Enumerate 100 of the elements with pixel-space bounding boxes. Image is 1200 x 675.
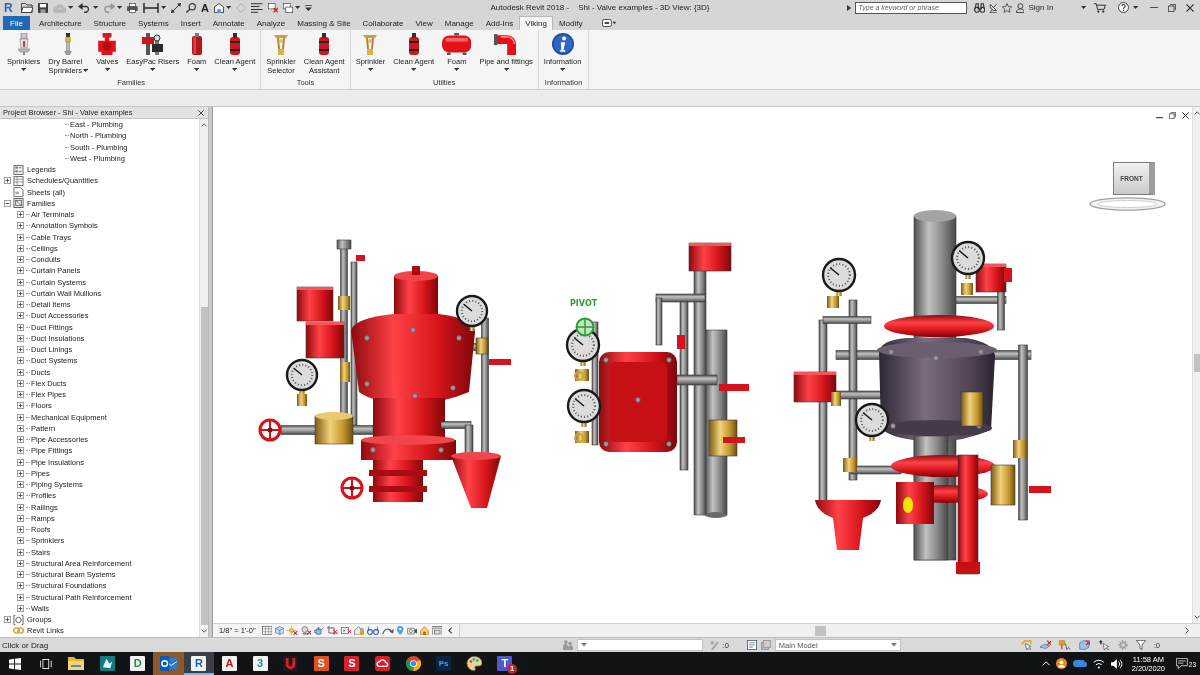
- expand-toggle-icon[interactable]: [17, 346, 24, 354]
- chevron-up-icon[interactable]: [200, 123, 208, 127]
- taskbar-button[interactable]: D: [122, 652, 153, 675]
- house-lock-icon[interactable]: [353, 626, 365, 635]
- expand-toggle-icon[interactable]: [17, 278, 24, 286]
- ribbon-tab[interactable]: Massing & Site: [291, 16, 357, 30]
- sign-in-button[interactable]: Sign In: [1028, 3, 1054, 12]
- curved-arrow-icon[interactable]: [382, 626, 395, 635]
- chevron-right-icon[interactable]: [1184, 627, 1189, 634]
- camera-icon[interactable]: [406, 626, 417, 635]
- text-tool-button[interactable]: A: [201, 1, 209, 14]
- expand-toggle-icon[interactable]: [17, 244, 24, 252]
- caret-icon[interactable]: [1132, 6, 1138, 9]
- filter-icon[interactable]: [1135, 640, 1146, 650]
- glasses-icon[interactable]: [367, 626, 380, 635]
- caret-icon[interactable]: [160, 6, 167, 9]
- collapse-toggle-icon[interactable]: [4, 199, 11, 207]
- taskbar-button[interactable]: [152, 652, 184, 675]
- measure-icon[interactable]: [142, 2, 159, 13]
- scrollbar-thumb[interactable]: [815, 625, 827, 636]
- expand-toggle-icon[interactable]: [17, 334, 24, 342]
- taskbar-button[interactable]: Ps: [428, 652, 459, 675]
- move-cursor-icon[interactable]: [1098, 640, 1110, 650]
- expand-toggle-icon[interactable]: [17, 424, 24, 432]
- chevron-down-icon[interactable]: [1193, 615, 1200, 619]
- expand-toggle-icon[interactable]: [17, 582, 24, 590]
- restore-icon[interactable]: [1168, 3, 1176, 12]
- printer-icon[interactable]: [127, 2, 138, 13]
- crop-off-icon[interactable]: [327, 626, 338, 635]
- caret-icon[interactable]: [294, 6, 300, 9]
- expand-toggle-icon[interactable]: [17, 571, 24, 579]
- ribbon-tab[interactable]: Collaborate: [356, 16, 410, 30]
- house-icon[interactable]: [214, 2, 224, 13]
- cube-icon[interactable]: [274, 626, 285, 635]
- expand-toggle-icon[interactable]: [17, 559, 24, 567]
- vertical-scrollbar[interactable]: [1192, 107, 1200, 623]
- expand-toggle-icon[interactable]: [17, 436, 24, 444]
- shadow-off-icon[interactable]: [300, 626, 311, 635]
- expand-toggle-icon[interactable]: [17, 593, 24, 601]
- vertical-scrollbar[interactable]: [199, 119, 208, 637]
- expand-toggle-icon[interactable]: [17, 413, 24, 421]
- expand-toggle-icon[interactable]: [17, 368, 24, 376]
- wifi-icon[interactable]: [1093, 658, 1105, 669]
- restore-icon[interactable]: [1169, 112, 1176, 119]
- expand-toggle-icon[interactable]: [17, 323, 24, 331]
- ribbon-tab[interactable]: Analyze: [250, 16, 292, 30]
- ribbon-tab[interactable]: Annotate: [206, 16, 251, 30]
- panel-toggle-icon[interactable]: [602, 18, 617, 27]
- stacked-windows-icon[interactable]: [282, 2, 293, 13]
- expand-toggle-icon[interactable]: [17, 391, 24, 399]
- expand-toggle-icon[interactable]: [17, 503, 24, 511]
- expand-toggle-icon[interactable]: [17, 379, 24, 387]
- star-icon[interactable]: [1001, 2, 1012, 13]
- expand-toggle-icon[interactable]: [17, 233, 24, 241]
- folder-icon[interactable]: [20, 2, 33, 13]
- expand-toggle-icon[interactable]: [17, 469, 24, 477]
- crop-region-off-icon[interactable]: [340, 626, 351, 635]
- scrollbar-thumb[interactable]: [1193, 354, 1200, 373]
- chevron-left-icon[interactable]: [448, 627, 453, 634]
- house-icon[interactable]: [419, 626, 429, 635]
- options-list-icon[interactable]: [746, 640, 757, 650]
- expand-toggle-icon[interactable]: [4, 177, 11, 185]
- ribbon-tab[interactable]: Manage: [438, 16, 480, 30]
- double-arrow-icon[interactable]: [171, 2, 182, 13]
- expand-toggle-icon[interactable]: [17, 526, 24, 534]
- expand-toggle-icon[interactable]: [17, 492, 24, 500]
- help-icon[interactable]: [1117, 2, 1129, 13]
- chevron-up-icon[interactable]: [1193, 111, 1200, 115]
- chevron-down-icon[interactable]: [200, 629, 208, 633]
- compass-ring-icon[interactable]: [1089, 197, 1166, 211]
- pin-cursor-icon[interactable]: [1059, 640, 1071, 650]
- ribbon-tab[interactable]: View: [409, 16, 439, 30]
- taskbar-button[interactable]: A: [214, 652, 245, 675]
- layer-x-icon[interactable]: [1040, 640, 1052, 650]
- expand-toggle-icon[interactable]: [17, 447, 24, 455]
- save-icon[interactable]: [37, 2, 48, 13]
- teapot-icon[interactable]: [314, 626, 325, 635]
- expand-toggle-icon[interactable]: [17, 458, 24, 466]
- ribbon-tab[interactable]: Systems: [132, 16, 175, 30]
- frame-icon[interactable]: [431, 626, 443, 635]
- taskbar-button[interactable]: S: [336, 652, 368, 675]
- customize-caret-icon[interactable]: [304, 4, 312, 11]
- close-icon[interactable]: [1186, 3, 1194, 12]
- triangle-right-icon[interactable]: [846, 4, 851, 11]
- link-cursor-icon[interactable]: [1020, 640, 1033, 650]
- binoculars-icon[interactable]: [973, 2, 985, 13]
- caret-icon[interactable]: [1081, 6, 1087, 9]
- speaker-icon[interactable]: [1111, 658, 1123, 669]
- expand-toggle-icon[interactable]: [17, 267, 24, 275]
- ribbon-tab[interactable]: Insert: [174, 16, 207, 30]
- ribbon-tab[interactable]: Modify: [552, 16, 589, 30]
- caret-icon[interactable]: [92, 6, 98, 9]
- close-icon[interactable]: [1182, 112, 1189, 119]
- expand-toggle-icon[interactable]: [17, 256, 24, 264]
- expand-toggle-icon[interactable]: [17, 514, 24, 522]
- expand-toggle-icon[interactable]: [17, 481, 24, 489]
- minimize-icon[interactable]: [1156, 117, 1163, 119]
- expand-toggle-icon[interactable]: [17, 301, 24, 309]
- caret-icon[interactable]: [226, 6, 232, 9]
- expand-toggle-icon[interactable]: [17, 604, 24, 612]
